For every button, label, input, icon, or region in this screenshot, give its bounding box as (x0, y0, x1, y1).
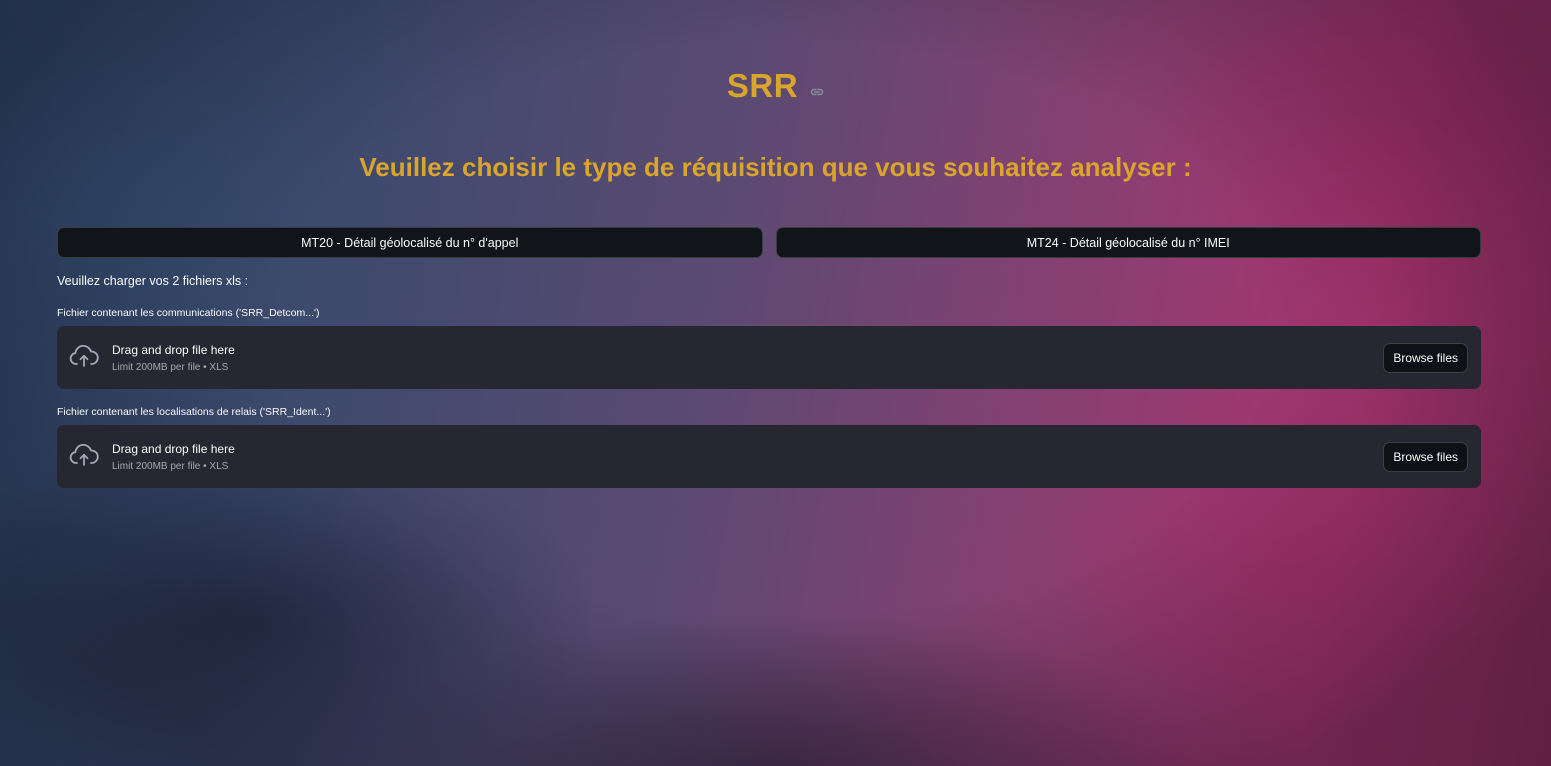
dropzone-instructions: Drag and drop file here Limit 200MB per … (112, 441, 235, 473)
mt24-button[interactable]: MT24 - Détail géolocalisé du n° IMEI (775, 227, 1481, 258)
requisition-type-buttons: MT20 - Détail géolocalisé du n° d'appel … (57, 227, 1481, 258)
cloud-upload-icon (69, 444, 99, 468)
relay-locations-file-dropzone[interactable]: Drag and drop file here Limit 200MB per … (57, 425, 1481, 488)
browse-files-button[interactable]: Browse files (1383, 343, 1468, 373)
dropzone-main-text: Drag and drop file here (112, 442, 235, 456)
upload-intro-text: Veuillez charger vos 2 fichiers xls : (57, 274, 249, 288)
dropzone-instructions: Drag and drop file here Limit 200MB per … (112, 342, 235, 374)
relay-locations-file-label: Fichier contenant les localisations de r… (57, 406, 331, 418)
dropzone-main-text: Drag and drop file here (112, 343, 235, 357)
communications-file-label: Fichier contenant les communications ('S… (57, 307, 320, 319)
communications-file-dropzone[interactable]: Drag and drop file here Limit 200MB per … (57, 326, 1481, 389)
mt20-button[interactable]: MT20 - Détail géolocalisé du n° d'appel (57, 227, 763, 258)
page-title: SRR (726, 67, 799, 104)
page-subtitle: Veuillez choisir le type de réquisition … (359, 152, 1192, 182)
dropzone-limit-text: Limit 200MB per file • XLS (112, 461, 229, 472)
title-row: SRR (0, 62, 1551, 110)
link-icon[interactable] (810, 84, 824, 96)
dropzone-limit-text: Limit 200MB per file • XLS (112, 362, 229, 373)
cloud-upload-icon (69, 345, 99, 369)
browse-files-button[interactable]: Browse files (1383, 442, 1468, 472)
